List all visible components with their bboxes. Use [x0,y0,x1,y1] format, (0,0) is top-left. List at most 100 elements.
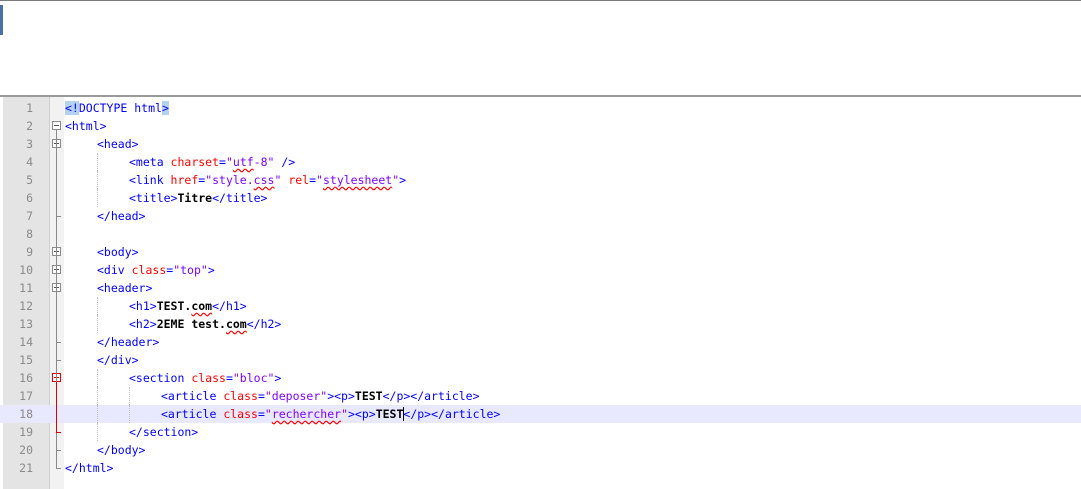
code-line[interactable]: 15 </div> [0,351,1081,369]
code-text[interactable]: </html> [65,459,113,477]
code-token: <div [97,263,132,277]
code-line[interactable]: 12 <h1>TEST.com</h1> [0,297,1081,315]
fold-toggle-icon[interactable] [52,121,61,130]
line-number: 6 [26,191,33,205]
code-text[interactable]: <div class="top"> [97,261,215,279]
code-line[interactable]: 2 <html> [0,117,1081,135]
code-token: TEST [354,389,383,403]
editor-top-area [0,0,1081,96]
code-text[interactable]: <meta charset="utf-8" /> [129,153,295,171]
code-line[interactable]: 3 <head> [0,135,1081,153]
code-line[interactable]: 20 </body> [0,441,1081,459]
code-editor[interactable]: 1 <!DOCTYPE html> 2 <html> 3 <head> 4 <meta cha… [0,95,1081,489]
code-line[interactable]: 9 <body> [0,243,1081,261]
code-token: </div> [97,353,139,367]
code-text[interactable]: </body> [97,441,145,459]
code-token: " [264,407,272,421]
code-line[interactable]: 1 <!DOCTYPE html> [0,99,1081,117]
code-token: </html> [65,461,114,475]
code-text[interactable]: </div> [97,351,139,369]
code-token: /> [274,155,296,169]
code-text[interactable]: </header> [97,333,159,351]
code-text[interactable]: <head> [97,135,139,153]
indent-guide [97,153,98,171]
line-number: 16 [19,371,33,385]
code-token: <section [129,371,192,385]
code-line[interactable]: 5 <link href="style.css" rel="stylesheet"… [0,171,1081,189]
code-token: > [274,371,282,385]
code-text[interactable]: <section class="bloc"> [129,369,281,387]
code-token: </p></article> [382,389,480,403]
code-token: com [191,299,213,313]
fold-range-line [56,292,57,342]
code-text[interactable]: </section> [129,423,198,441]
code-token: rel [288,173,310,187]
code-token: <header> [97,281,153,295]
fold-range-line [56,382,57,432]
line-number: 2 [26,119,33,133]
code-token: <h2> [129,317,157,331]
code-token: ><p> [327,389,355,403]
code-text[interactable]: <h1>TEST.com</h1> [129,297,247,315]
code-text[interactable]: <!DOCTYPE html> [65,99,169,117]
code-line[interactable]: 11 <header> [0,279,1081,297]
code-text[interactable]: <h2>2EME test.com</h2> [129,315,281,333]
code-token: > [161,101,169,115]
code-text[interactable]: <html> [65,117,107,135]
code-line[interactable]: 18 <article class="rechercher"><p>TEST</p… [0,405,1081,423]
code-token: <! [65,101,79,115]
indent-guide [97,405,98,423]
code-token: charset [170,155,220,169]
code-line[interactable]: 17 <article class="deposer"><p>TEST</p></… [0,387,1081,405]
code-token: "bloc" [232,371,275,385]
code-token: ><p> [348,407,376,421]
code-line[interactable]: 10 <div class="top"> [0,261,1081,279]
code-line[interactable]: 6 <title>Titre</title> [0,189,1081,207]
code-token: utf [232,155,254,169]
line-number: 9 [26,245,33,259]
line-number: 5 [26,173,33,187]
line-number: 11 [19,281,33,295]
code-token: </head> [97,209,146,223]
code-token: > [399,173,407,187]
code-line[interactable]: 14 </header> [0,333,1081,351]
text-caret [403,407,405,421]
indent-guide [97,387,98,405]
code-line[interactable]: 4 <meta charset="utf-8" /> [0,153,1081,171]
code-line[interactable]: 7 </head> [0,207,1081,225]
code-line[interactable]: 16 <section class="bloc"> [0,369,1081,387]
code-token: TEST [375,407,404,421]
code-token: <body> [97,245,139,259]
line-number: 1 [26,101,33,115]
code-line[interactable]: 19 </section> [0,423,1081,441]
code-text[interactable]: <link href="style.css" rel="stylesheet"> [129,171,406,189]
indent-guide [97,171,98,189]
code-line[interactable]: 8 [0,225,1081,243]
code-token: <head> [97,137,139,151]
fold-range-end [56,450,61,451]
code-token: "top" [173,263,208,277]
code-token: css [253,173,275,187]
fold-range-end [56,360,61,361]
code-text[interactable]: </head> [97,207,145,225]
code-token: <h1> [129,299,157,313]
code-token: </h2> [246,317,282,331]
code-token: DOCTYPE html [78,101,162,115]
code-text[interactable]: <article class="rechercher"><p>TEST</p><… [161,405,500,423]
fold-range-end [56,216,61,217]
indent-guide [97,315,98,333]
indent-guide [97,369,98,387]
code-token: </section> [129,425,199,439]
fold-range-end [56,342,61,343]
code-line[interactable]: 13 <h2>2EME test.com</h2> [0,315,1081,333]
code-text[interactable]: <header> [97,279,152,297]
code-token: href [170,173,199,187]
code-text[interactable]: <body> [97,243,139,261]
code-token: class [131,263,167,277]
code-line[interactable]: 21 </html> [0,459,1081,477]
line-number: 4 [26,155,33,169]
code-token: <article [161,407,224,421]
code-text[interactable]: <title>Titre</title> [129,189,267,207]
code-token: = [225,371,233,385]
code-text[interactable]: <article class="deposer"><p>TEST</p></ar… [161,387,480,405]
